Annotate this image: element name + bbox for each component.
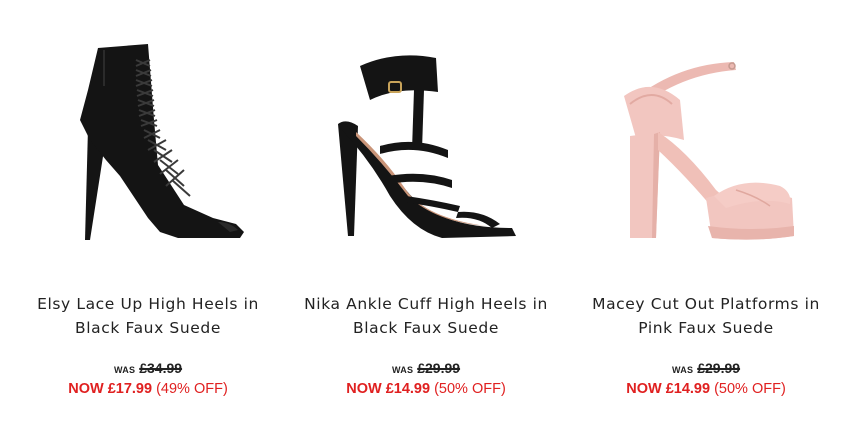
- discount-label: (50% OFF): [714, 381, 786, 397]
- product-title-line[interactable]: Macey Cut Out Platforms in: [566, 292, 846, 316]
- product-card[interactable]: Elsy Lace Up High Heels in Black Faux Su…: [8, 0, 288, 423]
- product-grid: Elsy Lace Up High Heels in Black Faux Su…: [0, 0, 849, 423]
- product-image-link[interactable]: [8, 0, 288, 282]
- product-card[interactable]: Nika Ankle Cuff High Heels in Black Faux…: [286, 0, 566, 423]
- product-image-link[interactable]: [566, 0, 846, 282]
- product-title-line[interactable]: Black Faux Suede: [286, 316, 566, 340]
- was-price: £34.99: [139, 360, 183, 376]
- product-title-line[interactable]: Pink Faux Suede: [566, 316, 846, 340]
- product-title-line[interactable]: Nika Ankle Cuff High Heels in: [286, 292, 566, 316]
- product-title-line[interactable]: Black Faux Suede: [8, 316, 288, 340]
- was-label: WAS: [391, 365, 414, 375]
- was-price: £29.99: [697, 360, 741, 376]
- now-label: NOW: [68, 381, 104, 397]
- product-title[interactable]: Elsy Lace Up High Heels in Black Faux Su…: [8, 292, 288, 340]
- product-image-link[interactable]: [286, 0, 566, 282]
- discount-label: (49% OFF): [156, 381, 228, 397]
- product-image-pink-platform-heel: [624, 62, 794, 240]
- was-price: £29.99: [417, 360, 461, 376]
- product-title-line[interactable]: Elsy Lace Up High Heels in: [8, 292, 288, 316]
- product-image-black-lace-up-boot: [80, 44, 244, 240]
- now-price-row: NOW £14.99 (50% OFF): [286, 381, 566, 397]
- product-card[interactable]: Macey Cut Out Platforms in Pink Faux Sue…: [566, 0, 846, 423]
- product-image-black-ankle-cuff-heel: [338, 55, 516, 238]
- now-label: NOW: [626, 381, 662, 397]
- now-label: NOW: [346, 381, 382, 397]
- product-title[interactable]: Nika Ankle Cuff High Heels in Black Faux…: [286, 292, 566, 340]
- now-price-row: NOW £17.99 (49% OFF): [8, 381, 288, 397]
- was-label: WAS: [671, 365, 694, 375]
- was-price-row: WAS £34.99: [8, 360, 288, 376]
- product-title[interactable]: Macey Cut Out Platforms in Pink Faux Sue…: [566, 292, 846, 340]
- discount-label: (50% OFF): [434, 381, 506, 397]
- now-price: £17.99: [107, 381, 153, 397]
- was-price-row: WAS £29.99: [286, 360, 566, 376]
- was-label: WAS: [113, 365, 136, 375]
- now-price: £14.99: [385, 381, 431, 397]
- now-price-row: NOW £14.99 (50% OFF): [566, 381, 846, 397]
- now-price: £14.99: [665, 381, 711, 397]
- was-price-row: WAS £29.99: [566, 360, 846, 376]
